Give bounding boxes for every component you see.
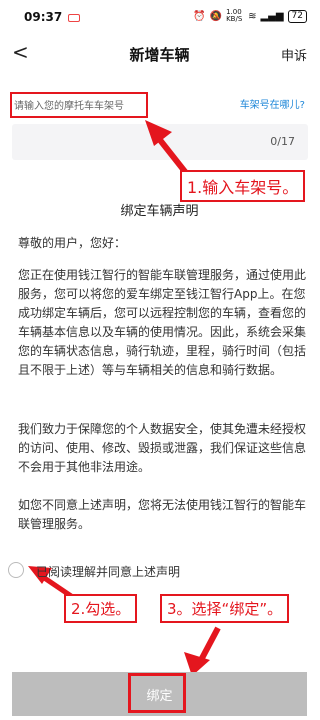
declaration-title: 绑定车辆声明 (120, 204, 199, 219)
annotation-step-2: 2.勾选。 (64, 594, 138, 623)
arrow-1 (145, 120, 172, 146)
declaration-paragraph-1: 您正在使用钱江智行的智能车联管理服务，通过使用此服务，您可以将您的爱车绑定至钱江… (18, 268, 307, 377)
declaration-paragraph-3: 如您不同意上述声明，您将无法使用钱江智行的智能车联管理服务。 (18, 498, 307, 531)
declaration-paragraph-2: 我们致力于保障您的个人数据安全，使其免遭未经授权的访问、使用、修改、毁损或泄露，… (18, 422, 307, 474)
bind-button-highlight (128, 673, 186, 713)
annotation-step-3: 3。选择“绑定”。 (160, 594, 290, 623)
agree-checkbox[interactable] (8, 562, 24, 578)
agree-label: 已阅读理解并同意上述声明 (36, 565, 181, 579)
declaration-greeting: 尊敬的用户，您好： (18, 236, 127, 250)
annotation-step-1: 1.输入车架号。 (180, 170, 306, 202)
